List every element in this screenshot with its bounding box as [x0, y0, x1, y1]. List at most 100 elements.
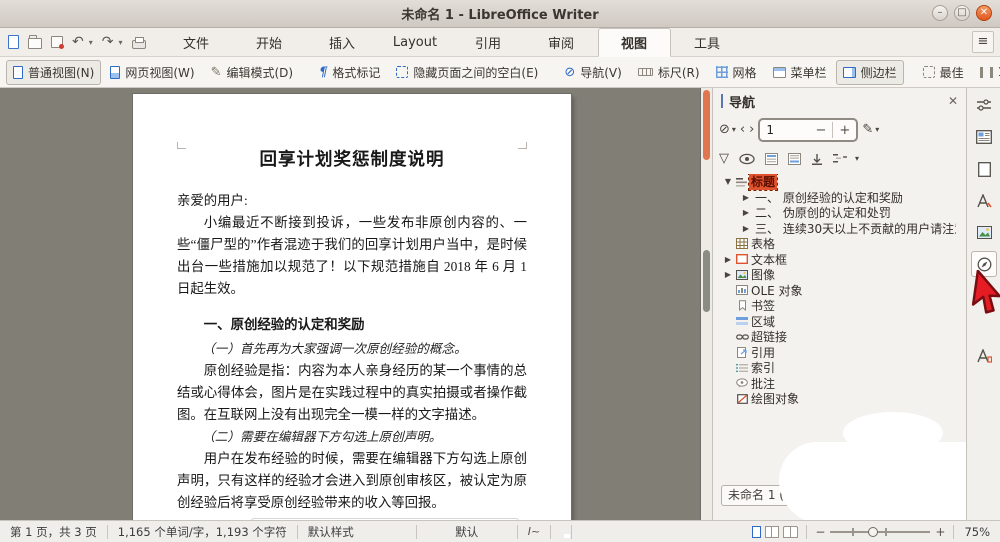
- document-page[interactable]: 回享计划奖惩制度说明 亲爱的用户: 小编最近不断接到投诉，一些发布非原创内容的、…: [133, 94, 571, 520]
- document-canvas[interactable]: 回享计划奖惩制度说明 亲爱的用户: 小编最近不断接到投诉，一些发布非原创内容的、…: [0, 88, 700, 520]
- tree-item-comments[interactable]: 批注: [721, 376, 956, 391]
- grid-icon: [715, 66, 728, 78]
- header-list-icon[interactable]: [765, 153, 778, 165]
- grid-button[interactable]: 网格: [709, 60, 764, 85]
- save-icon[interactable]: [51, 36, 64, 49]
- undo-icon[interactable]: ↶: [72, 35, 84, 49]
- sidebar-style-inspector-icon[interactable]: [971, 343, 997, 369]
- tree-item-hyperlinks[interactable]: 超链接: [721, 329, 956, 344]
- tab-layout[interactable]: Layout: [379, 28, 452, 56]
- panel-accent-bar: [721, 94, 723, 108]
- tree-item-images[interactable]: ▶ 图像: [721, 267, 956, 282]
- tab-tools[interactable]: 工具: [671, 28, 744, 56]
- tab-view[interactable]: 视图: [597, 28, 671, 57]
- content-view-funnel-icon[interactable]: ▽: [719, 151, 729, 167]
- expand-icon[interactable]: ▶: [739, 208, 753, 217]
- tree-item-drawing-objects[interactable]: 绘图对象: [721, 391, 956, 406]
- ruler-button[interactable]: 标尺(R): [631, 60, 707, 85]
- tree-item-ole-objects[interactable]: OLE 对象: [721, 283, 956, 298]
- redo-icon[interactable]: ↷: [102, 35, 114, 49]
- chevron-down-icon[interactable]: ▾: [875, 122, 879, 138]
- tree-item-tables[interactable]: 表格: [721, 236, 956, 251]
- sidebar-settings-icon[interactable]: [971, 92, 997, 118]
- tree-item-indexes[interactable]: 索引: [721, 360, 956, 375]
- drawing-object-icon: [735, 393, 749, 404]
- formatting-marks-button[interactable]: ¶ 格式标记: [312, 60, 387, 85]
- tree-item-heading-1[interactable]: ▶ 一、 原创经验的认定和奖励: [721, 190, 956, 205]
- selection-mode-icon[interactable]: I~: [518, 525, 550, 538]
- page-count-status[interactable]: 第 1 页，共 3 页: [0, 524, 107, 540]
- sidebar-gallery-icon[interactable]: [971, 219, 997, 245]
- tree-item-sections[interactable]: 区域: [721, 314, 956, 329]
- word-count-status[interactable]: 1,165 个单词/字，1,193 个字符: [108, 524, 297, 540]
- expand-icon[interactable]: ▶: [739, 224, 753, 233]
- book-view-icon[interactable]: [783, 525, 799, 538]
- scrollbar-thumb-gray[interactable]: [703, 250, 710, 312]
- tab-home[interactable]: 开始: [233, 28, 306, 56]
- menubar-button[interactable]: 菜单栏: [766, 60, 834, 85]
- eye-icon[interactable]: [739, 153, 755, 165]
- close-button[interactable]: ✕: [976, 5, 992, 21]
- sidebar-properties-icon[interactable]: [971, 124, 997, 150]
- next-icon[interactable]: ›: [749, 122, 754, 138]
- tree-item-headings[interactable]: ▼ 标题: [721, 174, 956, 191]
- collapse-icon[interactable]: ▼: [721, 177, 735, 186]
- zoom-100-button[interactable]: 100%: [973, 61, 1000, 83]
- open-icon[interactable]: [28, 34, 42, 49]
- tab-file[interactable]: 文件: [160, 28, 233, 56]
- scrollbar-thumb-orange[interactable]: [703, 90, 710, 160]
- language-status[interactable]: 默认: [417, 524, 517, 540]
- tree-item-heading-2[interactable]: ▶ 二、 伪原创的认定和处罚: [721, 205, 956, 220]
- decrement-icon[interactable]: −: [816, 123, 827, 138]
- normal-view-button[interactable]: 普通视图(N): [6, 59, 102, 85]
- maximize-button[interactable]: □: [954, 5, 970, 21]
- page-number-value[interactable]: 1: [766, 123, 809, 137]
- zoom-percentage[interactable]: 75%: [954, 525, 1000, 539]
- anchor-text-icon[interactable]: [811, 153, 823, 166]
- single-page-view-icon[interactable]: [752, 525, 762, 538]
- previous-icon[interactable]: ‹: [740, 122, 745, 138]
- redo-dropdown-icon[interactable]: ▾: [118, 38, 122, 47]
- chevron-down-icon[interactable]: ▾: [855, 151, 859, 167]
- new-document-icon[interactable]: [8, 35, 19, 49]
- whitespace-icon: [396, 66, 409, 78]
- web-view-button[interactable]: 网页视图(W): [103, 60, 201, 85]
- page-style-status[interactable]: 默认样式: [298, 524, 416, 540]
- chevron-down-icon[interactable]: ▾: [732, 122, 736, 138]
- tab-review[interactable]: 审阅: [525, 28, 598, 56]
- drag-mode-pencil-icon[interactable]: ✎: [862, 122, 873, 138]
- expand-icon[interactable]: ▶: [721, 270, 735, 279]
- tab-insert[interactable]: 插入: [306, 28, 379, 56]
- hide-whitespace-button[interactable]: 隐藏页面之间的空白(E): [389, 60, 545, 85]
- tree-item-bookmarks[interactable]: 书签: [721, 298, 956, 313]
- page-number-spinner[interactable]: 1 − +: [758, 118, 859, 142]
- sidebar-page-icon[interactable]: [971, 156, 997, 182]
- tree-item-text-frames[interactable]: ▶ 文本框: [721, 252, 956, 267]
- navigator-button[interactable]: ⊘ 导航(V): [557, 60, 628, 85]
- increment-icon[interactable]: +: [839, 123, 850, 138]
- document-scrollbar[interactable]: [700, 88, 712, 520]
- close-panel-icon[interactable]: ✕: [948, 94, 958, 108]
- tree-item-references[interactable]: 引用: [721, 345, 956, 360]
- tab-references[interactable]: 引用: [452, 28, 525, 56]
- zoom-track[interactable]: [830, 526, 931, 537]
- print-icon[interactable]: [131, 36, 146, 49]
- sidebar-styles-icon[interactable]: [971, 188, 997, 214]
- zoom-out-icon[interactable]: −: [815, 525, 825, 539]
- tree-item-heading-3[interactable]: ▶ 三、 连续30天以上不贡献的用户请注意: [721, 221, 956, 236]
- zoom-optimal-button[interactable]: 最佳: [916, 60, 971, 85]
- multi-page-view-icon[interactable]: [765, 525, 780, 538]
- expand-icon[interactable]: ▶: [739, 193, 753, 202]
- edit-mode-button[interactable]: ✎ 编辑模式(D): [204, 60, 301, 85]
- sidebar-button[interactable]: 侧边栏: [835, 59, 904, 85]
- navigate-by-icon[interactable]: ⊘: [719, 122, 730, 138]
- menu-icon[interactable]: ≡: [972, 31, 994, 53]
- zoom-slider[interactable]: − +: [807, 525, 953, 539]
- undo-dropdown-icon[interactable]: ▾: [89, 38, 93, 47]
- footer-list-icon[interactable]: [788, 153, 801, 165]
- expand-icon[interactable]: ▶: [721, 255, 735, 264]
- minimize-button[interactable]: –: [932, 5, 948, 21]
- zoom-in-icon[interactable]: +: [935, 525, 945, 539]
- outline-level-icon[interactable]: [833, 153, 847, 165]
- zoom-thumb[interactable]: [868, 526, 879, 537]
